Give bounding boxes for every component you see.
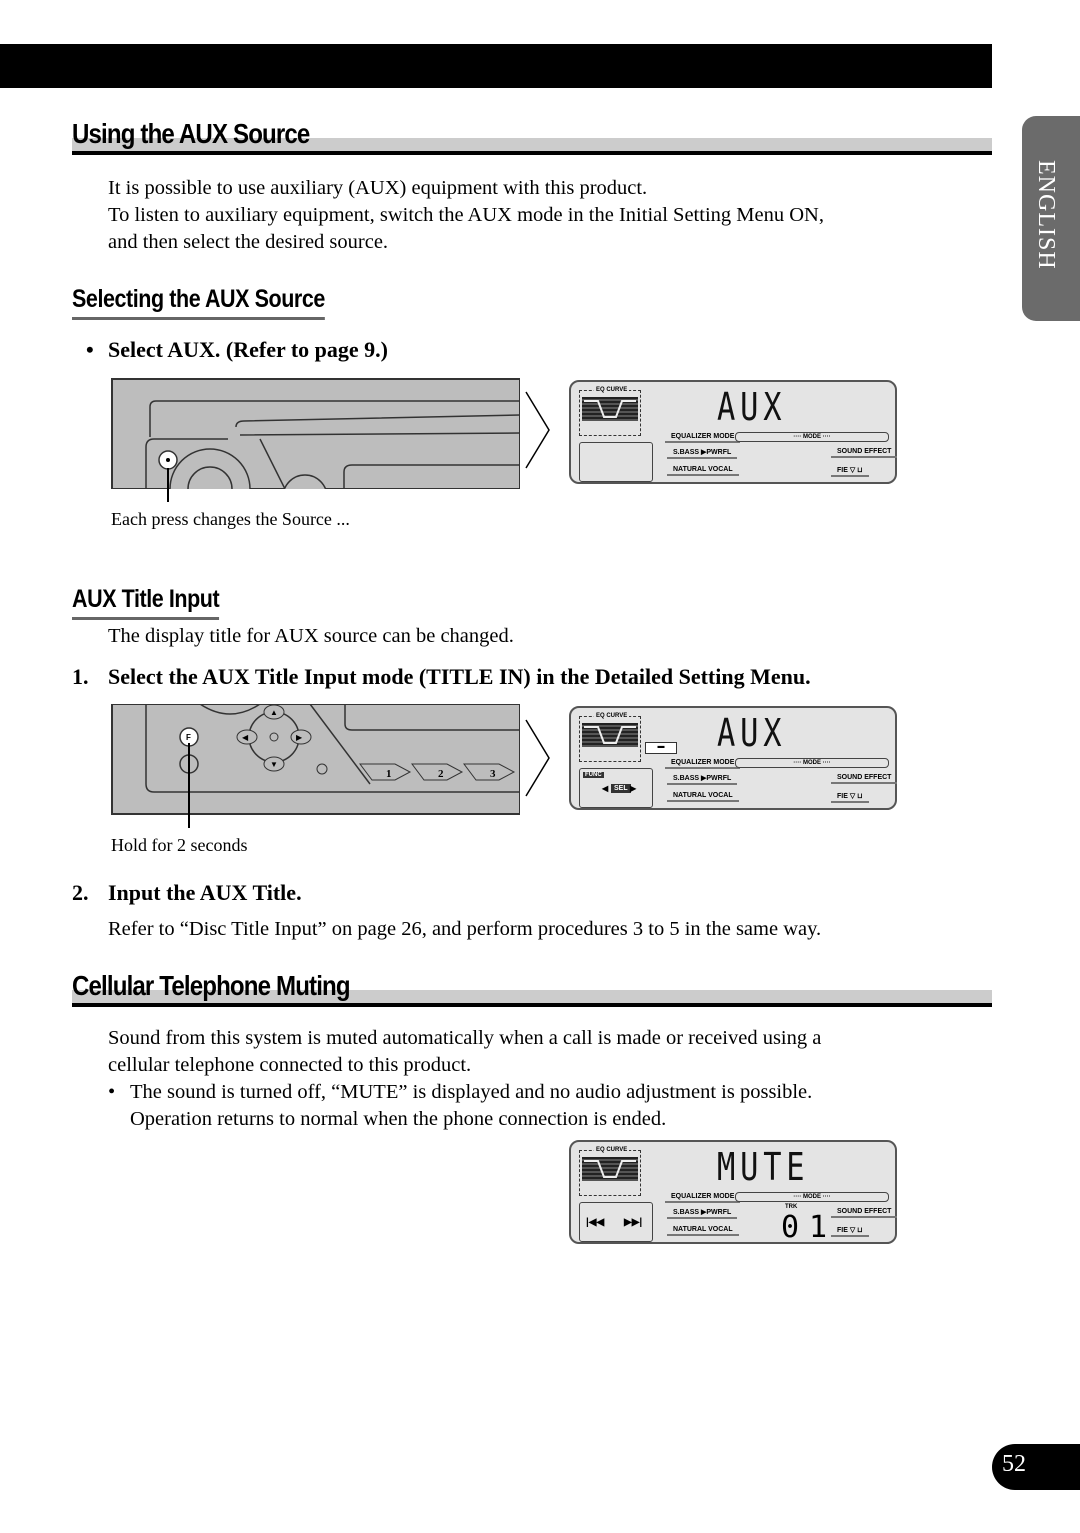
svg-text:1: 1	[386, 768, 392, 780]
head-unit-illustration-2: ▲ ▼ ◀ ▶ F 1 2 3	[111, 704, 520, 815]
svg-text:▶: ▶	[296, 733, 303, 742]
eq-curve-indicator: EQ CURVE	[579, 1147, 641, 1196]
svg-text:3: 3	[490, 768, 496, 780]
mode-bar: ···· MODE ····	[735, 432, 889, 442]
sound-effect-label: SOUND EFFECT	[831, 1208, 898, 1218]
bullet-text: Select AUX. (Refer to page 9.)	[108, 337, 389, 362]
paragraph: and then select the desired source.	[108, 231, 389, 253]
section-title: Cellular Telephone Muting	[72, 970, 351, 1001]
display-text: AUX	[717, 385, 787, 429]
step-2: 2. Input the AUX Title.	[72, 880, 302, 905]
title-edit-icon: ▬	[645, 742, 677, 754]
paragraph: cellular telephone connected to this pro…	[108, 1054, 472, 1076]
language-tab: ENGLISH	[1022, 116, 1080, 321]
natural-vocal-label: NATURAL VOCAL	[667, 1226, 739, 1236]
sbass-label: S.BASS ▶PWRFL	[667, 774, 738, 785]
page-number-badge: 52	[992, 1444, 1080, 1490]
section-title: Using the AUX Source	[72, 118, 310, 149]
section-heading-aux-source: Using the AUX Source	[72, 118, 992, 160]
paragraph: To listen to auxiliary equipment, switch…	[108, 204, 824, 226]
info-box	[579, 442, 653, 482]
lcd-display-mute: EQ CURVE MUTE EQUALIZER MODE ···· MODE ·…	[569, 1140, 898, 1245]
func-label: FUNC	[583, 772, 604, 778]
mode-bar: ···· MODE ····	[735, 758, 889, 768]
bullet-instruction: • Select AUX. (Refer to page 9.)	[86, 337, 389, 362]
fie-label: FIE ▽ ⊔	[831, 466, 869, 477]
caption: Hold for 2 seconds	[111, 835, 248, 855]
previous-track-icon: |◀◀	[586, 1217, 605, 1228]
natural-vocal-label: NATURAL VOCAL	[667, 466, 739, 476]
eq-curve-indicator: EQ CURVE	[579, 387, 641, 436]
mode-bar: ···· MODE ····	[735, 1192, 889, 1202]
arrow-right-icon	[525, 719, 550, 797]
svg-text:◀: ◀	[242, 733, 249, 742]
step-text: Input the AUX Title.	[108, 880, 302, 905]
track-number: 01	[781, 1210, 838, 1245]
fie-label: FIE ▽ ⊔	[831, 1226, 869, 1237]
sel-label: SEL	[611, 784, 631, 793]
step-text: Select the AUX Title Input mode (TITLE I…	[108, 664, 811, 689]
paragraph: It is possible to use auxiliary (AUX) eq…	[108, 177, 648, 199]
page-number: 52	[1002, 1451, 1026, 1477]
lcd-display-aux: EQ CURVE AUX EQUALIZER MODE ···· MODE ··…	[569, 380, 898, 484]
subsection-heading-title-input: AUX Title Input	[72, 585, 220, 620]
svg-text:▼: ▼	[270, 760, 278, 769]
subsection-heading-selecting: Selecting the AUX Source	[72, 285, 325, 320]
natural-vocal-label: NATURAL VOCAL	[667, 792, 739, 802]
svg-text:▲: ▲	[270, 708, 278, 717]
function-button-label: F	[186, 733, 191, 742]
equalizer-mode-label: EQUALIZER MODE	[665, 433, 741, 443]
equalizer-mode-label: EQUALIZER MODE	[665, 759, 741, 769]
bullet-item-continuation: Operation returns to normal when the pho…	[130, 1108, 667, 1130]
display-text: AUX	[717, 711, 787, 755]
head-unit-illustration-1	[111, 378, 520, 489]
equalizer-mode-label: EQUALIZER MODE	[665, 1193, 741, 1203]
section-heading-cellular: Cellular Telephone Muting	[72, 970, 992, 1012]
paragraph: The display title for AUX source can be …	[108, 625, 514, 647]
sound-effect-label: SOUND EFFECT	[831, 448, 898, 458]
lcd-display-title-in: EQ CURVE ▬ AUX EQUALIZER MODE ···· MODE …	[569, 706, 898, 810]
right-arrow-icon: ▶	[630, 784, 637, 793]
sbass-label: S.BASS ▶PWRFL	[667, 1208, 738, 1219]
sound-effect-label: SOUND EFFECT	[831, 774, 898, 784]
left-arrow-icon: ◀	[602, 784, 609, 793]
header-bar	[0, 44, 992, 88]
paragraph: Refer to “Disc Title Input” on page 26, …	[108, 918, 822, 940]
callout-line	[167, 468, 169, 502]
step-1: 1. Select the AUX Title Input mode (TITLE…	[72, 664, 811, 689]
arrow-right-icon	[525, 391, 550, 469]
svg-text:2: 2	[438, 768, 444, 780]
paragraph: Sound from this system is muted automati…	[108, 1027, 822, 1049]
function-box: FUNC ◀ SEL ▶	[579, 768, 653, 808]
bullet-item: • The sound is turned off, “MUTE” is disp…	[108, 1081, 813, 1103]
track-skip-box: |◀◀ ▶▶|	[579, 1202, 653, 1242]
callout-line	[188, 743, 190, 828]
fie-label: FIE ▽ ⊔	[831, 792, 869, 803]
caption: Each press changes the Source ...	[111, 509, 350, 529]
sbass-label: S.BASS ▶PWRFL	[667, 448, 738, 459]
next-track-icon: ▶▶|	[624, 1217, 643, 1228]
display-text: MUTE	[717, 1145, 810, 1189]
eq-curve-indicator: EQ CURVE	[579, 713, 641, 762]
language-tab-label: ENGLISH	[1033, 160, 1059, 270]
